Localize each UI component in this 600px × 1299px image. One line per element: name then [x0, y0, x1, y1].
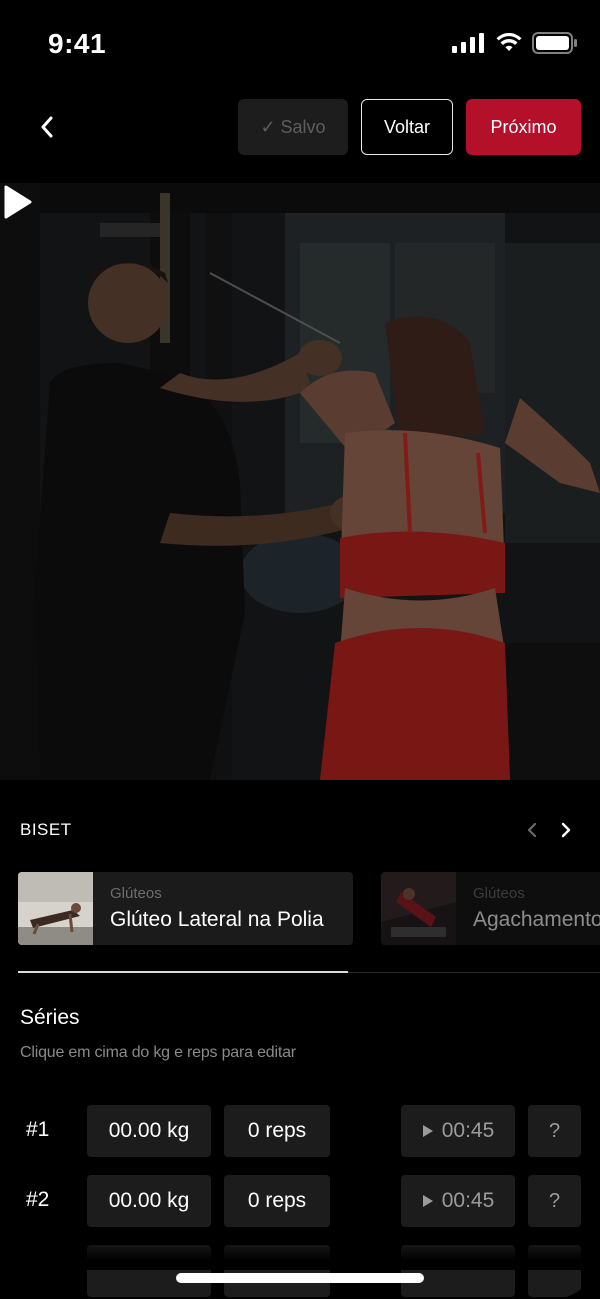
exercise-category: Glúteos [110, 885, 162, 902]
play-icon[interactable] [0, 183, 34, 221]
exercise-name: Agachamento [473, 908, 600, 931]
reps-field[interactable]: 0 reps [224, 1105, 330, 1157]
chevron-right-icon[interactable] [557, 818, 575, 842]
series-hint: Clique em cima do kg e reps para editar [20, 1044, 296, 1061]
exercise-video[interactable] [0, 183, 600, 780]
status-icons [452, 32, 578, 54]
biset-label: BISET [20, 820, 72, 839]
signal-icon [452, 33, 484, 53]
set-row: #2 00.00 kg 0 reps 00:45 ? [0, 1175, 600, 1227]
series-title: Séries [20, 1006, 80, 1029]
video-frame-illustration [0, 183, 600, 780]
phone-screen: 9:41 ✓ Salvo Voltar Próximo BISET Glúteo… [0, 0, 600, 1299]
chevron-left-icon[interactable] [523, 818, 541, 842]
saved-button[interactable]: ✓ Salvo [238, 99, 348, 155]
home-indicator[interactable] [176, 1273, 424, 1283]
voltar-button[interactable]: Voltar [361, 99, 453, 155]
exercise-category: Glúteos [473, 885, 525, 902]
exercise-thumbnail [381, 872, 456, 945]
play-icon [422, 1195, 433, 1207]
battery-icon [532, 32, 577, 54]
play-icon [422, 1125, 433, 1137]
exercise-thumbnail [18, 872, 93, 945]
status-time: 9:41 [48, 28, 107, 59]
weight-field[interactable]: 00.00 kg [87, 1175, 211, 1227]
help-button[interactable]: ? [528, 1105, 581, 1157]
weight-field[interactable]: 00.00 kg [87, 1105, 211, 1157]
next-button[interactable]: Próximo [466, 99, 581, 155]
rest-timer-button[interactable]: 00:45 [401, 1175, 515, 1227]
back-chevron-icon [41, 116, 53, 138]
active-exercise-indicator [18, 971, 348, 973]
set-number: #2 [26, 1188, 50, 1211]
rest-timer-button[interactable]: 00:45 [401, 1105, 515, 1157]
bottom-fade [0, 1240, 600, 1270]
exercise-name: Glúteo Lateral na Polia [110, 908, 324, 931]
set-number: #1 [26, 1118, 50, 1141]
wifi-icon [496, 33, 522, 51]
rest-timer-value: 00:45 [441, 1189, 495, 1212]
set-row: #1 00.00 kg 0 reps 00:45 ? [0, 1105, 600, 1157]
exercise-card[interactable]: Glúteos Glúteo Lateral na Polia [18, 872, 353, 945]
rest-timer-value: 00:45 [441, 1119, 495, 1142]
reps-field[interactable]: 0 reps [224, 1175, 330, 1227]
exercise-card[interactable]: Glúteos Agachamento [381, 872, 600, 945]
help-button[interactable]: ? [528, 1175, 581, 1227]
back-button[interactable] [30, 110, 64, 144]
